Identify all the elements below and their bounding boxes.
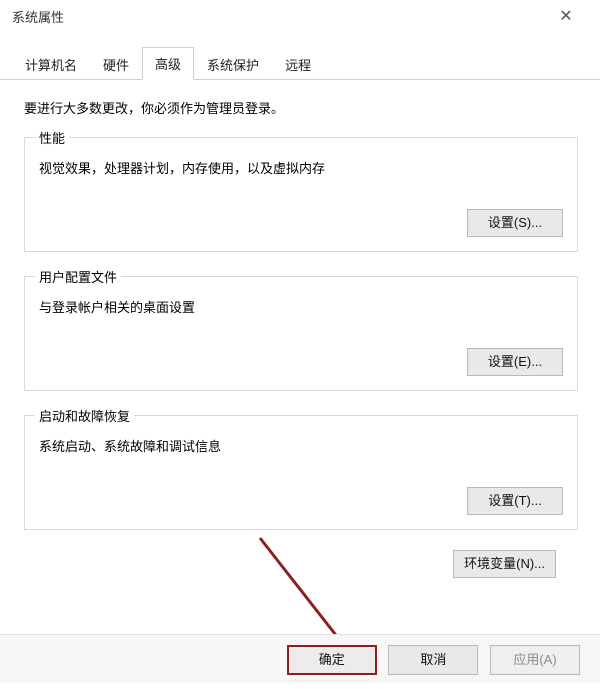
group-user-profiles-desc: 与登录帐户相关的桌面设置	[39, 297, 563, 316]
group-user-profiles: 用户配置文件 与登录帐户相关的桌面设置 设置(E)...	[24, 276, 578, 391]
tab-hardware[interactable]: 硬件	[90, 48, 142, 80]
window-title: 系统属性	[12, 10, 64, 25]
startup-settings-button[interactable]: 设置(T)...	[467, 487, 563, 515]
group-user-profiles-legend: 用户配置文件	[35, 267, 121, 286]
tab-content-advanced: 要进行大多数更改，你必须作为管理员登录。 性能 视觉效果，处理器计划，内存使用，…	[0, 80, 600, 578]
tab-advanced[interactable]: 高级	[142, 47, 194, 80]
group-performance-legend: 性能	[35, 128, 69, 147]
group-startup-desc: 系统启动、系统故障和调试信息	[39, 436, 563, 455]
titlebar: 系统属性 ✕	[0, 0, 600, 36]
dialog-footer: 确定 取消 应用(A)	[0, 634, 600, 683]
group-performance-desc: 视觉效果，处理器计划，内存使用，以及虚拟内存	[39, 158, 563, 177]
tab-system-protection[interactable]: 系统保护	[194, 48, 272, 80]
intro-text: 要进行大多数更改，你必须作为管理员登录。	[24, 98, 578, 117]
tab-computer-name[interactable]: 计算机名	[12, 48, 90, 80]
cancel-button[interactable]: 取消	[388, 645, 478, 675]
ok-button[interactable]: 确定	[287, 645, 377, 675]
group-performance: 性能 视觉效果，处理器计划，内存使用，以及虚拟内存 设置(S)...	[24, 137, 578, 252]
performance-settings-button[interactable]: 设置(S)...	[467, 209, 563, 237]
group-startup-recovery: 启动和故障恢复 系统启动、系统故障和调试信息 设置(T)...	[24, 415, 578, 530]
user-profiles-settings-button[interactable]: 设置(E)...	[467, 348, 563, 376]
close-icon[interactable]: ✕	[546, 0, 586, 36]
group-startup-legend: 启动和故障恢复	[35, 406, 134, 425]
apply-button[interactable]: 应用(A)	[490, 645, 580, 675]
environment-variables-button[interactable]: 环境变量(N)...	[453, 550, 556, 578]
tab-remote[interactable]: 远程	[272, 48, 324, 80]
tab-bar: 计算机名 硬件 高级 系统保护 远程	[0, 36, 600, 80]
